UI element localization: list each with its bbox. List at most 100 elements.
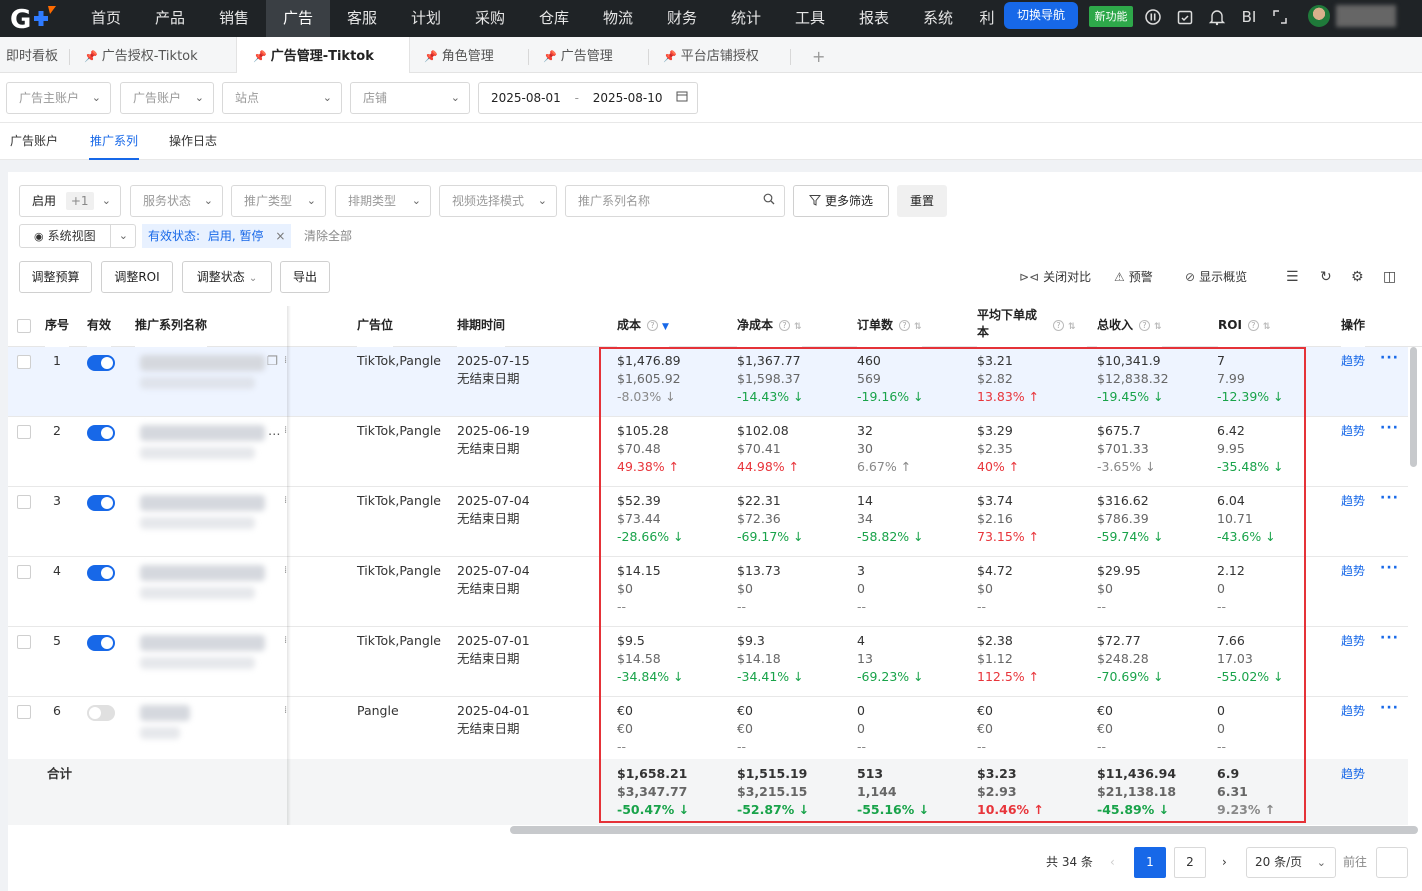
page-tab-ad-auth-tiktok[interactable]: 📌 广告授权-Tiktok [84,37,198,73]
ad-account-select[interactable]: 广告账户 ⌄ [120,82,214,114]
refresh-icon[interactable]: ↻ [1320,268,1332,286]
promo-type-select[interactable]: 推广类型 ⌄ [231,185,326,217]
vertical-scrollbar[interactable] [1410,347,1417,467]
row-checkbox[interactable] [17,355,31,369]
row-checkbox[interactable] [17,705,31,719]
header-net-cost[interactable]: 净成本? ⇅ [737,307,802,347]
campaign-name-redacted[interactable] [140,705,190,721]
switch-nav-button[interactable]: 切换导航 [1004,2,1078,29]
trend-link[interactable]: 趋势 [1341,632,1365,649]
campaign-name-redacted[interactable] [140,355,265,371]
adjust-status-button[interactable]: 调整状态 ⌄ [182,261,272,293]
select-all-checkbox[interactable] [17,319,31,333]
nav-item-7[interactable]: 采购 [458,0,522,37]
system-view-select[interactable]: ◉ 系统视图 ⌄ [19,224,136,248]
header-cost[interactable]: 成本? ▼ [617,307,669,347]
columns-icon[interactable]: ◫ [1383,268,1396,286]
status-toggle[interactable] [87,635,115,651]
more-actions-icon[interactable]: ··· [1380,630,1399,646]
copy-icon[interactable]: ❐ [267,352,278,370]
trend-link[interactable]: 趋势 [1341,562,1365,579]
nav-item-2[interactable]: 产品 [138,0,202,37]
campaign-name-redacted[interactable] [140,495,265,511]
page-tab-role-manage[interactable]: 📌 角色管理 [424,37,494,73]
store-select[interactable]: 店铺 ⌄ [350,82,470,114]
total-trend-link[interactable]: 趋势 [1341,765,1365,782]
adjust-budget-button[interactable]: 调整预算 [19,261,92,293]
tab-ad-accounts[interactable]: 广告账户 [10,123,58,160]
bi-icon[interactable]: BI [1238,8,1260,26]
header-avg-order-cost[interactable]: 平均下单成本 ? ⇅ [977,307,1087,347]
page-2-button[interactable]: 2 [1174,847,1206,878]
more-actions-icon[interactable]: ··· [1380,420,1399,436]
clear-all-link[interactable]: 清除全部 [304,224,352,248]
alert-toggle[interactable]: ⚠ 预警 [1114,268,1153,286]
date-range-picker[interactable]: 2025-08-01 - 2025-08-10 [478,82,698,114]
campaign-name-redacted[interactable] [140,425,265,441]
close-icon[interactable]: × [275,229,285,243]
more-filters-button[interactable]: 更多筛选 [793,185,889,217]
row-checkbox[interactable] [17,495,31,509]
status-toggle[interactable] [87,425,115,441]
header-revenue[interactable]: 总收入? ⇅ [1097,307,1162,347]
page-size-select[interactable]: 20 条/页 ⌄ [1246,847,1336,878]
avatar[interactable] [1308,5,1330,27]
nav-item-3[interactable]: 销售 [202,0,266,37]
schedule-type-select[interactable]: 排期类型 ⌄ [335,185,431,217]
next-page-icon[interactable]: › [1222,847,1227,878]
settings-gear-icon[interactable]: ⚙ [1351,268,1364,286]
calendar-check-icon[interactable] [1176,8,1194,26]
tab-campaigns[interactable]: 推广系列 [89,123,139,160]
list-density-icon[interactable]: ☰ [1286,268,1299,286]
advertiser-account-select[interactable]: 广告主账户 ⌄ [6,82,111,114]
more-actions-icon[interactable]: ··· [1380,560,1399,576]
trend-link[interactable]: 趋势 [1341,492,1365,509]
campaign-search-input[interactable]: 推广系列名称 [565,185,785,217]
video-mode-select[interactable]: 视频选择模式 ⌄ [439,185,557,217]
nav-item-13[interactable]: 报表 [842,0,906,37]
row-checkbox[interactable] [17,565,31,579]
nav-item-15[interactable]: 利 [970,0,1004,37]
trend-link[interactable]: 趋势 [1341,352,1365,369]
app-logo-icon[interactable]: G [10,4,58,32]
service-status-select[interactable]: 服务状态 ⌄ [130,185,223,217]
pause-circle-icon[interactable] [1144,8,1162,26]
page-tab-ad-manage-tiktok[interactable]: 📌 广告管理-Tiktok [236,37,410,74]
more-actions-icon[interactable]: ··· [1380,700,1399,716]
new-feature-badge[interactable]: 新功能 [1089,6,1133,27]
row-checkbox[interactable] [17,635,31,649]
nav-item-8[interactable]: 仓库 [522,0,586,37]
export-button[interactable]: 导出 [280,261,330,293]
status-toggle[interactable] [87,495,115,511]
nav-item-9[interactable]: 物流 [586,0,650,37]
trend-link[interactable]: 趋势 [1341,422,1365,439]
header-orders[interactable]: 订单数? ⇅ [857,307,922,347]
show-overview-toggle[interactable]: ⊘ 显示概览 [1185,268,1247,286]
page-tab-store-auth[interactable]: 📌 平台店铺授权 [663,37,759,73]
status-toggle[interactable] [87,355,115,371]
bell-icon[interactable] [1208,8,1226,26]
page-tab-dashboard[interactable]: 即时看板 [6,37,58,73]
nav-item-12[interactable]: 工具 [778,0,842,37]
reset-button[interactable]: 重置 [897,185,947,217]
close-compare-toggle[interactable]: ⊳⊲ 关闭对比 [1019,268,1091,286]
page-tab-ad-manage[interactable]: 📌 广告管理 [543,37,613,73]
row-checkbox[interactable] [17,425,31,439]
page-1-button[interactable]: 1 [1134,847,1166,878]
horizontal-scrollbar[interactable] [510,826,1418,834]
nav-item-6[interactable]: 计划 [394,0,458,37]
status-toggle[interactable] [87,565,115,581]
fullscreen-icon[interactable] [1271,8,1289,26]
more-actions-icon[interactable]: ··· [1380,350,1399,366]
nav-item-5[interactable]: 客服 [330,0,394,37]
nav-item-11[interactable]: 统计 [714,0,778,37]
tab-operation-log[interactable]: 操作日志 [169,123,217,160]
nav-item-10[interactable]: 财务 [650,0,714,37]
campaign-name-redacted[interactable] [140,635,265,651]
campaign-name-redacted[interactable] [140,565,265,581]
active-filter-tag[interactable]: 有效状态: 启用, 暂停 × [142,224,292,248]
prev-page-icon[interactable]: ‹ [1110,847,1115,878]
status-toggle[interactable] [87,705,115,721]
site-select[interactable]: 站点 ⌄ [222,82,342,114]
status-select[interactable]: 启用 +1 ⌄ [19,185,121,217]
